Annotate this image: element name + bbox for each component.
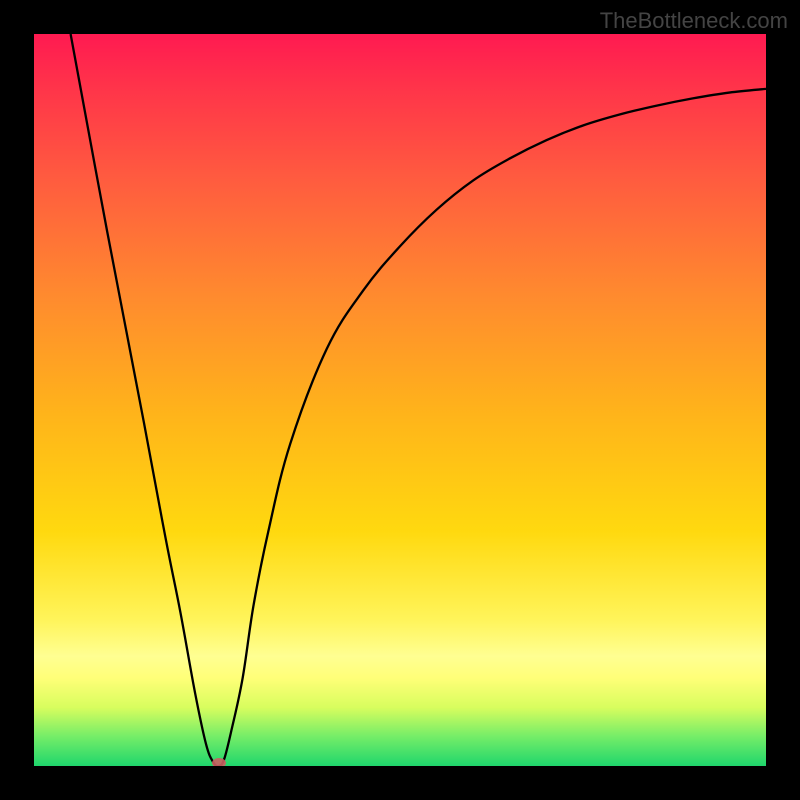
watermark-text: TheBottleneck.com [600, 8, 788, 34]
bottleneck-curve [34, 34, 766, 766]
min-marker [212, 758, 226, 766]
chart-area [34, 34, 766, 766]
